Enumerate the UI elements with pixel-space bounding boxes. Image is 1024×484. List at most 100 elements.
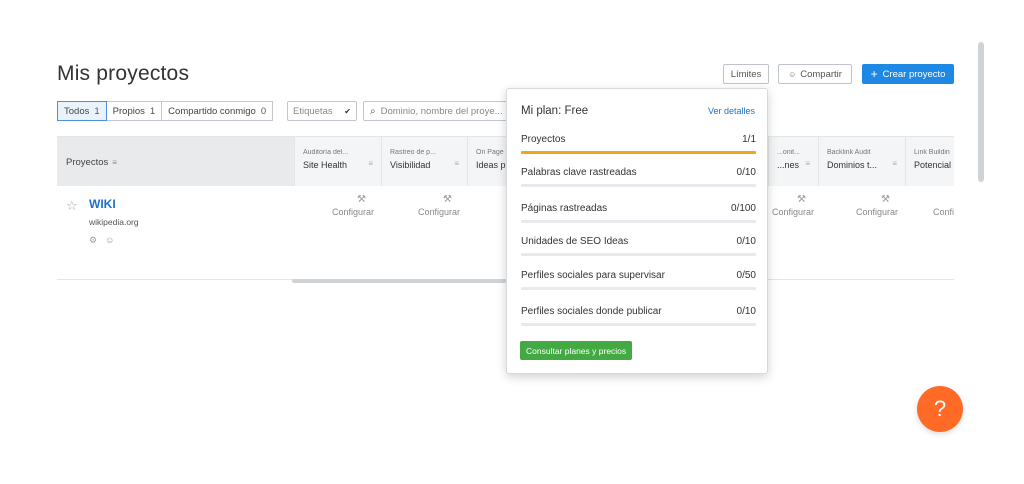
- limit-label: Perfiles sociales para supervisar: [521, 270, 665, 281]
- plan-title: Mi plan: Free: [521, 105, 589, 117]
- view-details-link[interactable]: Ver detalles: [708, 106, 755, 116]
- filter-own-label: Propios: [112, 105, 145, 117]
- limit-label: Unidades de SEO Ideas: [521, 236, 629, 247]
- configure-label: Configurar: [933, 207, 954, 217]
- column-metric-name: Dominios t...: [827, 160, 878, 170]
- filter-all-label: Todos: [64, 105, 90, 117]
- limits-button[interactable]: Límites: [723, 64, 769, 84]
- filter-all[interactable]: Todos 1: [57, 101, 107, 121]
- column-metric-name: Potencial: [914, 160, 952, 170]
- limit-row: Perfiles sociales para supervisar 0/50: [521, 270, 756, 292]
- limit-progress-bar: [521, 253, 756, 256]
- share-users-icon[interactable]: ☺: [105, 235, 114, 246]
- configure-label: Configurar: [855, 207, 898, 217]
- chevron-down-icon: ✔: [344, 106, 351, 116]
- help-button[interactable]: ?: [917, 386, 963, 432]
- project-name-link[interactable]: WIKI: [89, 197, 116, 211]
- column-tool-name: Auditoría del...: [303, 149, 349, 156]
- configure-position-tracking[interactable]: ⚒ Configurar: [380, 194, 460, 217]
- project-actions: ⚙ ☺: [89, 235, 114, 246]
- column-tool-name: ...onit...: [777, 149, 800, 156]
- projects-column-header[interactable]: Proyectos ≡: [57, 137, 294, 187]
- limit-progress-fill: [521, 151, 756, 154]
- limit-progress-bar: [521, 184, 756, 187]
- sort-icon: ≡: [892, 159, 897, 168]
- limit-label: Palabras clave rastreadas: [521, 167, 637, 178]
- create-project-button[interactable]: + Crear proyecto: [862, 64, 954, 84]
- limit-used: 0: [736, 270, 743, 281]
- wrench-icon: ⚒: [443, 194, 452, 205]
- filter-own-count: 1: [149, 105, 156, 117]
- configure-link-building[interactable]: ⚒ Configurar: [905, 194, 954, 217]
- configure-backlink-audit[interactable]: ⚒ Configurar: [818, 194, 898, 217]
- limit-progress-bar: [521, 151, 756, 154]
- share-button-label: Compartir: [800, 68, 842, 80]
- tags-dropdown[interactable]: Etiquetas ✔: [287, 101, 357, 121]
- gear-icon[interactable]: ⚙: [89, 235, 97, 246]
- limit-value: 0/50: [736, 270, 756, 281]
- column-header-site-audit[interactable]: Auditoría del... Site Health ≡: [294, 137, 381, 187]
- projects-header-label: Proyectos: [66, 156, 109, 168]
- sort-icon: ≡: [112, 157, 117, 167]
- column-tool-name: Link Buildin: [914, 149, 950, 156]
- limit-value: 1/1: [742, 134, 756, 145]
- configure-label: Configurar: [331, 207, 374, 217]
- limit-value: 0/10: [736, 236, 756, 247]
- limits-button-label: Límites: [730, 68, 762, 80]
- plan-limits-popup: Mi plan: Free Ver detalles Proyectos 1/1 P…: [506, 88, 768, 374]
- filter-all-count: 1: [94, 105, 100, 117]
- column-metric-name: Site Health: [303, 160, 348, 170]
- limit-used: 0: [736, 306, 743, 317]
- vertical-scrollbar[interactable]: [978, 42, 984, 182]
- limit-progress-bar: [521, 220, 756, 223]
- create-project-label: Crear proyecto: [882, 68, 946, 80]
- limit-total: 50: [744, 270, 756, 281]
- wrench-icon: ⚒: [357, 194, 366, 205]
- wrench-icon: ⚒: [881, 194, 890, 205]
- limit-label: Páginas rastreadas: [521, 203, 608, 214]
- page-title: Mis proyectos: [57, 62, 190, 85]
- limit-total: 1: [750, 134, 756, 145]
- limit-value: 0/10: [736, 167, 756, 178]
- limit-total: 10: [744, 306, 756, 317]
- horizontal-scrollbar[interactable]: [292, 279, 506, 283]
- filter-shared-count: 0: [260, 105, 267, 117]
- search-input[interactable]: ⌕ Dominio, nombre del proye...: [363, 101, 511, 121]
- limit-total: 100: [739, 203, 756, 214]
- view-plans-button[interactable]: Consultar planes y precios: [520, 341, 633, 360]
- limit-label: Perfiles sociales donde publicar: [521, 306, 662, 317]
- limit-row: Perfiles sociales donde publicar 0/10: [521, 306, 756, 328]
- limit-row: Unidades de SEO Ideas 0/10: [521, 236, 756, 258]
- column-header-link-building[interactable]: Link Buildin Potencial: [905, 137, 954, 187]
- projects-page: Mis proyectos Límites ☺ Compartir + Crea…: [0, 0, 1024, 484]
- column-tool-name: Backlink Audit: [827, 149, 871, 156]
- sort-icon: ≡: [805, 159, 810, 168]
- help-icon: ?: [933, 396, 947, 421]
- limit-used: 0: [736, 167, 743, 178]
- share-button[interactable]: ☺ Compartir: [778, 64, 852, 84]
- column-header-position-tracking[interactable]: Rastreo de p... Visibilidad ≡: [381, 137, 467, 187]
- configure-site-audit[interactable]: ⚒ Configurar: [294, 194, 374, 217]
- limit-progress-bar: [521, 287, 756, 290]
- column-header-monitoring[interactable]: ...onit... ...nes ≡: [768, 137, 818, 187]
- limit-used: 0: [730, 203, 737, 214]
- project-domain: wikipedia.org: [89, 217, 139, 227]
- ownership-filter: Todos 1 Propios 1 Compartido conmigo 0: [57, 101, 274, 121]
- column-header-backlink-audit[interactable]: Backlink Audit Dominios t... ≡: [818, 137, 905, 187]
- filter-shared[interactable]: Compartido conmigo 0: [161, 101, 274, 121]
- limit-row: Páginas rastreadas 0/100: [521, 203, 756, 225]
- limit-progress-bar: [521, 323, 756, 326]
- limit-row: Palabras clave rastreadas 0/10: [521, 167, 756, 189]
- sort-icon: ≡: [368, 159, 373, 168]
- limit-row: Proyectos 1/1: [521, 134, 756, 156]
- star-icon[interactable]: ☆: [66, 198, 78, 214]
- filter-own[interactable]: Propios 1: [105, 101, 163, 121]
- limit-total: 10: [744, 236, 756, 247]
- limit-used: 0: [736, 236, 743, 247]
- tags-dropdown-label: Etiquetas: [293, 105, 333, 117]
- search-placeholder: Dominio, nombre del proye...: [380, 105, 503, 117]
- limit-label: Proyectos: [521, 134, 566, 145]
- limit-total: 10: [744, 167, 756, 178]
- column-metric-name: Visibilidad: [390, 160, 431, 170]
- limit-used: 1: [742, 134, 748, 145]
